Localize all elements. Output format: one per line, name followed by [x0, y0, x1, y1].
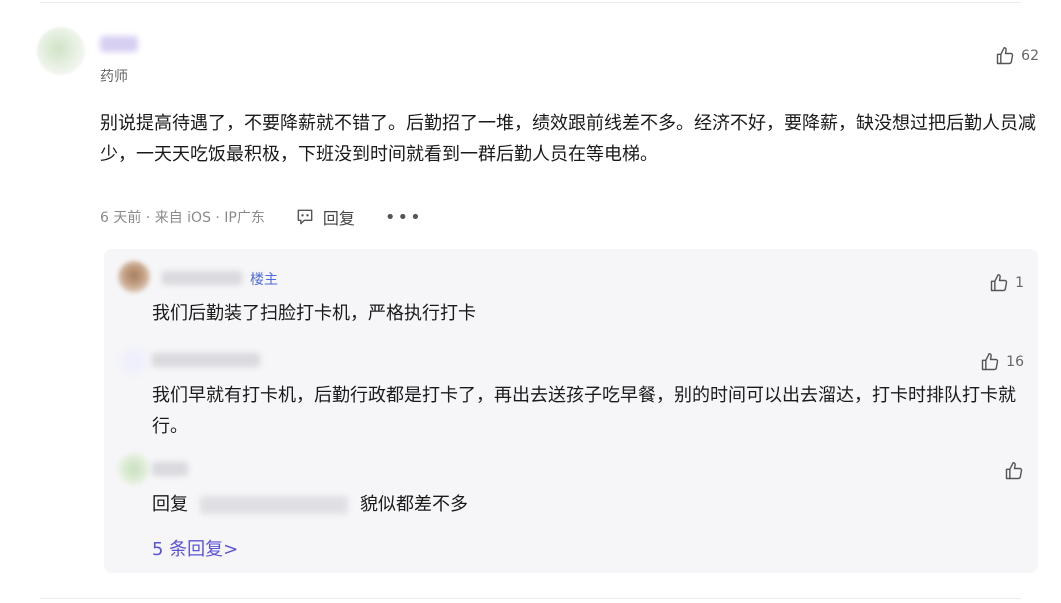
like-count: 1 [1015, 275, 1024, 291]
username-blurred[interactable] [162, 271, 242, 285]
reply-text: 回复 貌似都差不多 [152, 489, 1032, 520]
avatar[interactable] [118, 345, 150, 377]
comment-time-location: 6 天前 · 来自 iOS · IP广东 [100, 210, 265, 226]
like-count: 16 [1006, 354, 1024, 370]
comment-text: 别说提高待遇了，不要降薪就不错了。后勤招了一堆，绩效跟前线差不多。经济不好，要降… [100, 113, 1036, 165]
comment-bubble-icon [297, 209, 313, 225]
thumbs-up-icon [1005, 461, 1023, 480]
reply-body: 貌似都差不多 [360, 494, 468, 515]
reply-button[interactable]: 回复 [295, 205, 355, 229]
reply-text: 我们早就有打卡机，后勤行政都是打卡了，再出去送孩子吃早餐，别的时间可以出去溜达，… [152, 385, 1016, 437]
like-button[interactable]: 62 [995, 46, 1039, 66]
ellipsis-icon[interactable]: ••• [385, 207, 423, 228]
reply-prefix: 回复 [152, 494, 188, 515]
top-divider [40, 2, 1021, 3]
avatar[interactable] [37, 27, 85, 75]
thumbs-up-icon [981, 352, 999, 371]
avatar[interactable] [118, 261, 150, 293]
more-replies-link[interactable]: 5 条回复> [152, 535, 238, 561]
reply-list: 楼主 1 我们后勤装了扫脸打卡机，严格执行打卡 16 我们早就有打卡机，后勤行政… [104, 249, 1038, 573]
username-blurred[interactable] [100, 36, 138, 52]
mention-blurred[interactable] [200, 496, 348, 514]
user-role: 药师 [100, 69, 128, 85]
comment-meta: 6 天前 · 来自 iOS · IP广东 回复 ••• [100, 205, 423, 229]
thumbs-up-icon [990, 273, 1008, 292]
bottom-divider [40, 598, 1021, 599]
like-button[interactable] [1004, 461, 1024, 481]
like-button[interactable]: 1 [989, 273, 1024, 293]
reply-label: 回复 [322, 209, 355, 228]
like-button[interactable]: 16 [980, 352, 1024, 372]
like-count: 62 [1021, 48, 1039, 64]
owner-badge: 楼主 [250, 272, 278, 288]
reply-text: 我们后勤装了扫脸打卡机，严格执行打卡 [152, 303, 476, 324]
username-blurred[interactable] [152, 462, 188, 476]
thumbs-up-icon [996, 46, 1014, 65]
username-blurred[interactable] [152, 353, 260, 367]
avatar[interactable] [118, 453, 150, 485]
